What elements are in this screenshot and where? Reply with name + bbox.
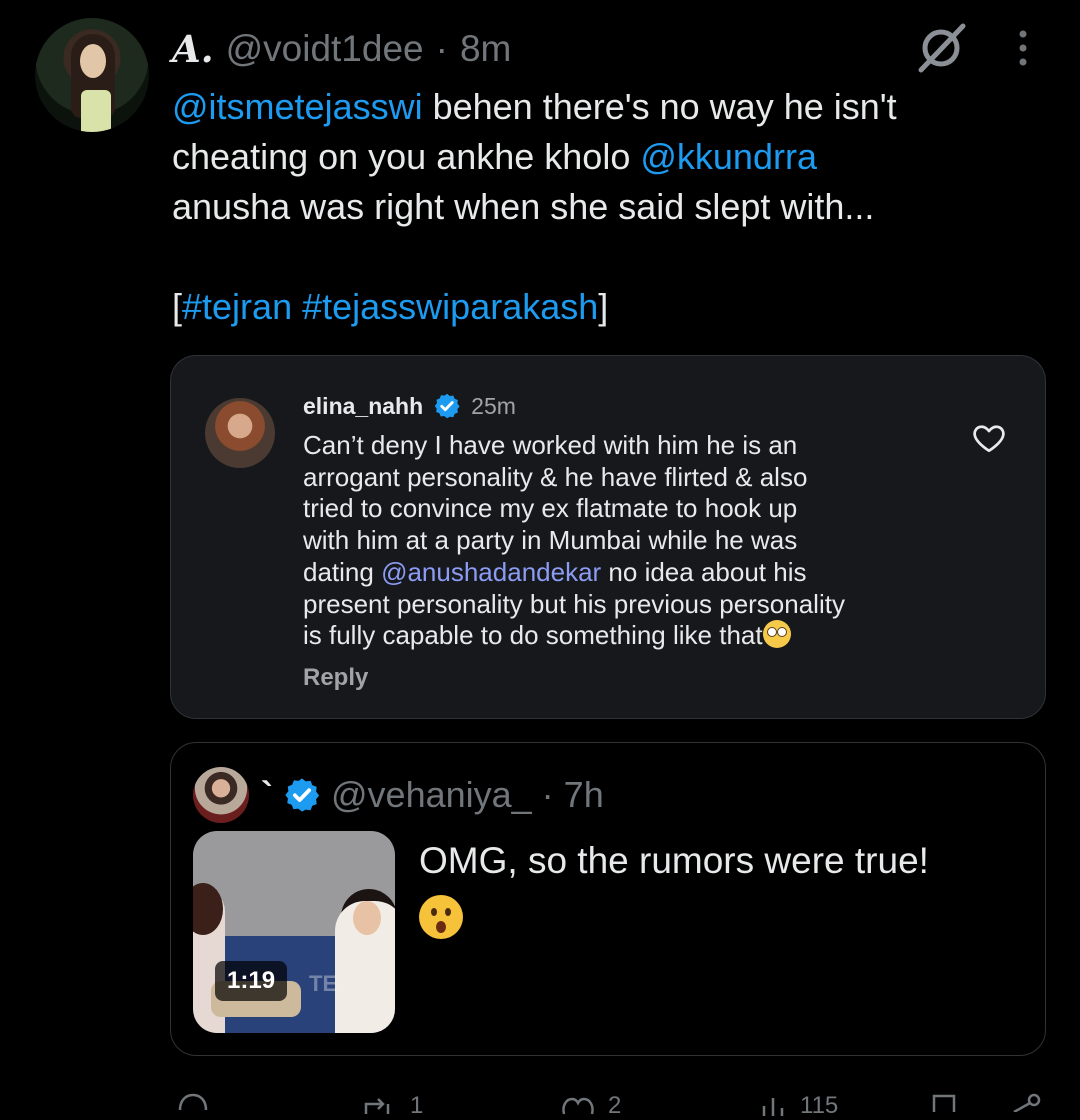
separator-dot: · bbox=[541, 774, 554, 815]
bracket-open: [ bbox=[172, 286, 183, 327]
embedded-display-name[interactable]: ` bbox=[261, 774, 273, 816]
comment-line: tried to convince my ex flatmate to hook… bbox=[303, 493, 798, 524]
like-action[interactable]: 2 bbox=[560, 1092, 621, 1120]
tweet-line-1: @itsmetejasswi behen there's no way he i… bbox=[172, 82, 1052, 132]
mention-link[interactable]: @anushadandekar bbox=[381, 557, 601, 587]
comment-body: Can’t deny I have worked with him he is … bbox=[303, 430, 963, 652]
embedded-text: OMG, so the rumors were true! bbox=[419, 835, 929, 953]
comment-line: dating @anushadandekar no idea about his bbox=[303, 557, 963, 589]
grok-icon[interactable] bbox=[915, 22, 967, 74]
like-count: 2 bbox=[608, 1092, 622, 1119]
embedded-header: ` @vehaniya_ · 7h bbox=[261, 773, 604, 817]
verified-badge-icon bbox=[434, 393, 460, 419]
heart-icon[interactable] bbox=[971, 420, 1007, 456]
embedded-text-line: OMG, so the rumors were true! bbox=[419, 840, 929, 881]
commenter-username[interactable]: elina_nahh bbox=[303, 393, 423, 420]
retweet-icon bbox=[364, 1098, 390, 1114]
mention-link[interactable]: @itsmetejasswi bbox=[172, 86, 423, 127]
comment-text-fragment: is fully capable to do something like th… bbox=[303, 620, 763, 651]
tweet-time[interactable]: 8m bbox=[460, 28, 511, 70]
emoji-eye bbox=[431, 908, 437, 916]
comment-line: with him at a party in Mumbai while he w… bbox=[303, 525, 798, 556]
tweet-header: A. @voidt1dee · 8m bbox=[172, 26, 511, 72]
bookmark-icon bbox=[932, 1094, 956, 1112]
retweet-count: 1 bbox=[410, 1092, 424, 1119]
emoji-eye bbox=[445, 908, 451, 916]
tweet-text-fragment: cheating on you ankhe kholo bbox=[172, 136, 641, 177]
mention-link[interactable]: @kkundrra bbox=[640, 136, 817, 177]
comment-time: 25m bbox=[471, 392, 516, 419]
share-action[interactable] bbox=[1010, 1092, 1042, 1112]
views-icon bbox=[762, 1098, 784, 1116]
hushed-face-emoji bbox=[419, 895, 463, 939]
comment-text-fragment: dating bbox=[303, 556, 382, 587]
face-with-rolling-eyes-emoji bbox=[762, 620, 791, 649]
tweet-text: @itsmetejasswi behen there's no way he i… bbox=[172, 82, 1052, 332]
tweet-text-fragment: behen there's no way he isn't bbox=[422, 86, 897, 127]
video-duration-badge: 1:19 bbox=[215, 961, 288, 1001]
tweet-line-3: anusha was right when she said slept wit… bbox=[172, 186, 875, 227]
comment-header: elina_nahh 25m bbox=[303, 391, 516, 421]
verified-badge-icon bbox=[285, 778, 320, 812]
user-handle[interactable]: @voidt1dee bbox=[226, 28, 424, 70]
more-vertical-icon[interactable] bbox=[1008, 28, 1038, 68]
thumbnail-face-right bbox=[353, 901, 381, 935]
avatar-face bbox=[80, 44, 106, 78]
embedded-author-avatar[interactable] bbox=[193, 767, 249, 823]
hashtag-link[interactable]: #tejasswiparakash bbox=[302, 286, 598, 327]
reply-button[interactable]: Reply bbox=[303, 664, 368, 692]
views-count: 115 bbox=[800, 1092, 839, 1119]
embedded-tweet-card[interactable]: ` @vehaniya_ · 7h TE 1:19 OMG, so the ru… bbox=[170, 742, 1046, 1056]
share-icon bbox=[1013, 1093, 1041, 1112]
tweet-line-2: cheating on you ankhe kholo @kkundrra bbox=[172, 132, 1052, 182]
action-bar: 1 2 115 bbox=[0, 1088, 1080, 1119]
separator-dot: · bbox=[435, 28, 448, 69]
reply-action[interactable] bbox=[176, 1092, 210, 1112]
comment-line: Can’t deny I have worked with him he is … bbox=[303, 430, 798, 460]
bracket-close: ] bbox=[598, 286, 609, 327]
tweet-line-5: [#tejran #tejasswiparakash] bbox=[172, 282, 1052, 332]
video-watermark: TE bbox=[309, 971, 338, 996]
comment-line: arrogant personality & he have flirted &… bbox=[303, 461, 808, 492]
comment-text-fragment: no idea about his bbox=[601, 556, 807, 587]
heart-icon bbox=[562, 1097, 594, 1115]
video-thumbnail[interactable]: TE 1:19 bbox=[193, 831, 395, 1033]
reply-icon bbox=[178, 1093, 208, 1111]
quoted-comment-card[interactable]: elina_nahh 25m Can’t deny I have worked … bbox=[170, 355, 1046, 719]
emoji-mouth bbox=[436, 921, 446, 933]
hashtag-link[interactable]: #tejran bbox=[182, 286, 292, 327]
retweet-action[interactable]: 1 bbox=[362, 1092, 423, 1120]
comment-line: is fully capable to do something like th… bbox=[303, 620, 963, 652]
bookmark-action[interactable] bbox=[930, 1092, 958, 1112]
embedded-time: 7h bbox=[563, 774, 604, 815]
display-name[interactable]: A. bbox=[172, 27, 214, 71]
commenter-avatar[interactable] bbox=[205, 398, 275, 468]
author-avatar[interactable] bbox=[35, 18, 149, 132]
embedded-handle[interactable]: @vehaniya_ bbox=[331, 774, 532, 816]
views-action[interactable]: 115 bbox=[758, 1092, 838, 1120]
avatar-top bbox=[81, 90, 111, 132]
comment-line: present personality but his previous per… bbox=[303, 588, 845, 619]
